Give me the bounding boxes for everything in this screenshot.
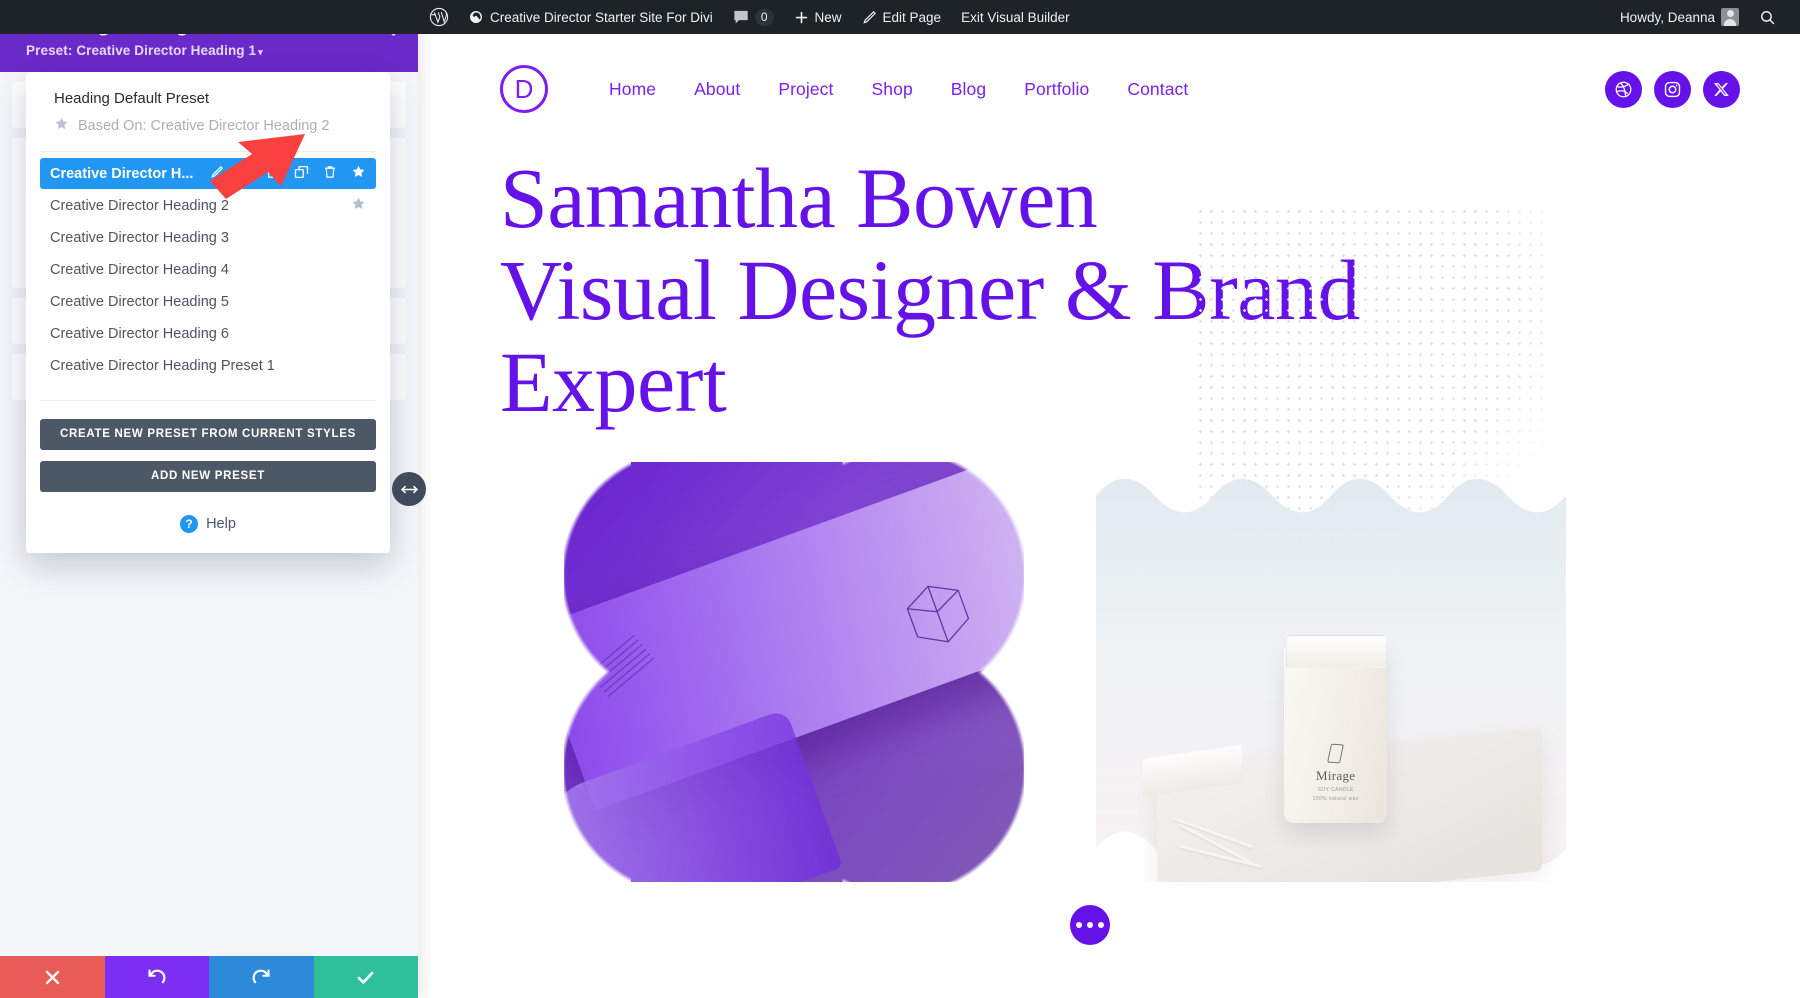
nav-item-portfolio[interactable]: Portfolio — [1005, 79, 1108, 100]
default-preset-title: Heading Default Preset — [54, 90, 210, 107]
new-label: New — [814, 9, 842, 25]
save-check-icon[interactable] — [313, 956, 418, 998]
divider — [40, 400, 376, 401]
preset-item-5[interactable]: Creative Director Heading 5 — [40, 286, 376, 317]
preset-list: Creative Director H... Creative Director… — [26, 152, 390, 381]
exit-visual-builder-menu[interactable]: Exit Visual Builder — [951, 0, 1080, 34]
preset-item-label: Creative Director H... — [50, 165, 194, 182]
site-name-label: Creative Director Starter Site For Divi — [490, 9, 713, 25]
hero-title-line-2: Visual Designer & Brand — [500, 242, 1360, 339]
module-options-ellipsis-icon[interactable] — [1070, 905, 1110, 945]
nav-item-home[interactable]: Home — [590, 79, 675, 100]
preset-item-label: Creative Director Heading 6 — [50, 325, 229, 342]
product-image-candle[interactable]: Mirage SOY CANDLE 100% natural wax — [1096, 462, 1566, 883]
export-upload-icon[interactable] — [266, 165, 280, 183]
candle-glyph-icon — [1327, 743, 1345, 764]
wp-admin-bar: Creative Director Starter Site For Divi … — [0, 0, 1800, 34]
instagram-icon[interactable] — [1654, 70, 1691, 108]
nav-item-about[interactable]: About — [675, 79, 759, 100]
pencil-icon — [862, 10, 877, 25]
x-twitter-icon[interactable] — [1703, 70, 1740, 108]
help-label: Help — [206, 516, 236, 532]
based-on-row: Based On: Creative Director Heading 2 — [54, 116, 362, 151]
redo-icon[interactable] — [209, 956, 314, 998]
set-default-star-icon[interactable] — [351, 164, 366, 183]
preset-item-label: Creative Director Heading 5 — [50, 293, 229, 310]
nav-item-contact[interactable]: Contact — [1108, 79, 1207, 100]
new-content-menu[interactable]: New — [784, 0, 852, 34]
comments-count: 0 — [754, 8, 774, 26]
based-on-label: Based On: Creative Director Heading 2 — [78, 117, 330, 134]
preset-item-3[interactable]: Creative Director Heading 3 — [40, 222, 376, 253]
dribbble-icon[interactable] — [1605, 70, 1642, 108]
nav-item-project[interactable]: Project — [759, 79, 852, 100]
undo-icon[interactable] — [104, 956, 209, 998]
dropdown-footer: CREATE NEW PRESET FROM CURRENT STYLES AD… — [26, 382, 390, 553]
wordpress-logo-icon[interactable] — [420, 0, 458, 34]
favorite-star-icon[interactable] — [351, 196, 366, 215]
site-logo[interactable]: D — [500, 65, 548, 113]
hero-section: Samantha Bowen Visual Designer & Brand E… — [420, 124, 1800, 883]
candle-sub-1: SOY CANDLE — [1317, 786, 1354, 793]
preset-item-1[interactable]: Creative Director H... — [40, 158, 376, 189]
preset-item-2[interactable]: Creative Director Heading 2 — [40, 190, 376, 221]
heading-settings-panel: Heading Settings — [0, 0, 418, 998]
preset-item-7[interactable]: Creative Director Heading Preset 1 — [40, 350, 376, 381]
site-header: D Home About Project Shop Blog Portfolio… — [420, 34, 1800, 124]
exit-visual-builder-label: Exit Visual Builder — [961, 9, 1070, 25]
comment-bubble-icon — [733, 10, 749, 25]
product-image-packaging[interactable] — [564, 462, 1024, 883]
comments-menu[interactable]: 0 — [723, 0, 784, 34]
candle-brand: Mirage — [1316, 767, 1356, 783]
preset-item-label: Creative Director Heading 3 — [50, 229, 229, 246]
panel-preset-prefix: Preset: — [26, 43, 77, 58]
nav-item-shop[interactable]: Shop — [853, 79, 932, 100]
site-logo-letter: D — [514, 73, 534, 104]
dashboard-icon — [468, 9, 484, 25]
hero-gallery: Mirage SOY CANDLE 100% natural wax — [500, 462, 1800, 883]
hero-title-line-3: Expert — [500, 334, 727, 431]
panel-footer-toolbar — [0, 956, 418, 998]
star-icon — [54, 116, 69, 135]
settings-gear-icon[interactable] — [238, 165, 252, 183]
panel-resize-handle[interactable] — [392, 472, 426, 506]
default-preset-block: Heading Default Preset Based On: Creativ… — [26, 90, 390, 151]
my-account-menu[interactable]: Howdy, Deanna — [1610, 0, 1749, 34]
edit-page-label: Edit Page — [882, 9, 942, 25]
search-icon[interactable] — [1749, 0, 1786, 34]
preset-item-4[interactable]: Creative Director Heading 4 — [40, 254, 376, 285]
site-name-menu[interactable]: Creative Director Starter Site For Divi — [458, 0, 723, 34]
preset-item-label: Creative Director Heading 2 — [50, 197, 229, 214]
preset-item-label: Creative Director Heading Preset 1 — [50, 357, 275, 374]
panel-preset-name: Creative Director Heading 1 — [76, 43, 257, 58]
avatar — [1721, 8, 1739, 26]
screen: D Home About Project Shop Blog Portfolio… — [0, 0, 1800, 998]
page-title[interactable]: Samantha Bowen Visual Designer & Brand E… — [500, 152, 1500, 428]
site-preview: D Home About Project Shop Blog Portfolio… — [420, 34, 1800, 998]
panel-preset-selector[interactable]: Preset: Creative Director Heading 1 ▾ — [26, 43, 396, 58]
cube-logo-icon — [905, 585, 969, 643]
howdy-label: Howdy, Deanna — [1619, 9, 1715, 25]
candle-sub-2: 100% natural wax — [1312, 795, 1359, 802]
nav-item-blog[interactable]: Blog — [932, 79, 1005, 100]
plus-icon — [794, 10, 809, 25]
chevron-down-icon: ▾ — [258, 47, 263, 57]
edit-page-menu[interactable]: Edit Page — [852, 0, 952, 34]
social-links — [1605, 70, 1740, 108]
preset-item-label: Creative Director Heading 4 — [50, 261, 229, 278]
preset-item-6[interactable]: Creative Director Heading 6 — [40, 318, 376, 349]
duplicate-icon[interactable] — [294, 165, 309, 183]
rename-pencil-icon[interactable] — [210, 165, 224, 183]
add-new-preset-button[interactable]: ADD NEW PRESET — [40, 461, 376, 492]
close-x-icon[interactable] — [0, 956, 105, 998]
hero-title-line-1: Samantha Bowen — [500, 150, 1098, 246]
site-nav: Home About Project Shop Blog Portfolio C… — [590, 79, 1207, 100]
delete-trash-icon[interactable] — [323, 165, 337, 183]
preset-dropdown: Heading Default Preset Based On: Creativ… — [26, 72, 390, 553]
help-link[interactable]: ? Help — [40, 503, 376, 553]
question-mark-icon: ? — [180, 515, 199, 533]
create-new-preset-button[interactable]: CREATE NEW PRESET FROM CURRENT STYLES — [40, 419, 376, 450]
